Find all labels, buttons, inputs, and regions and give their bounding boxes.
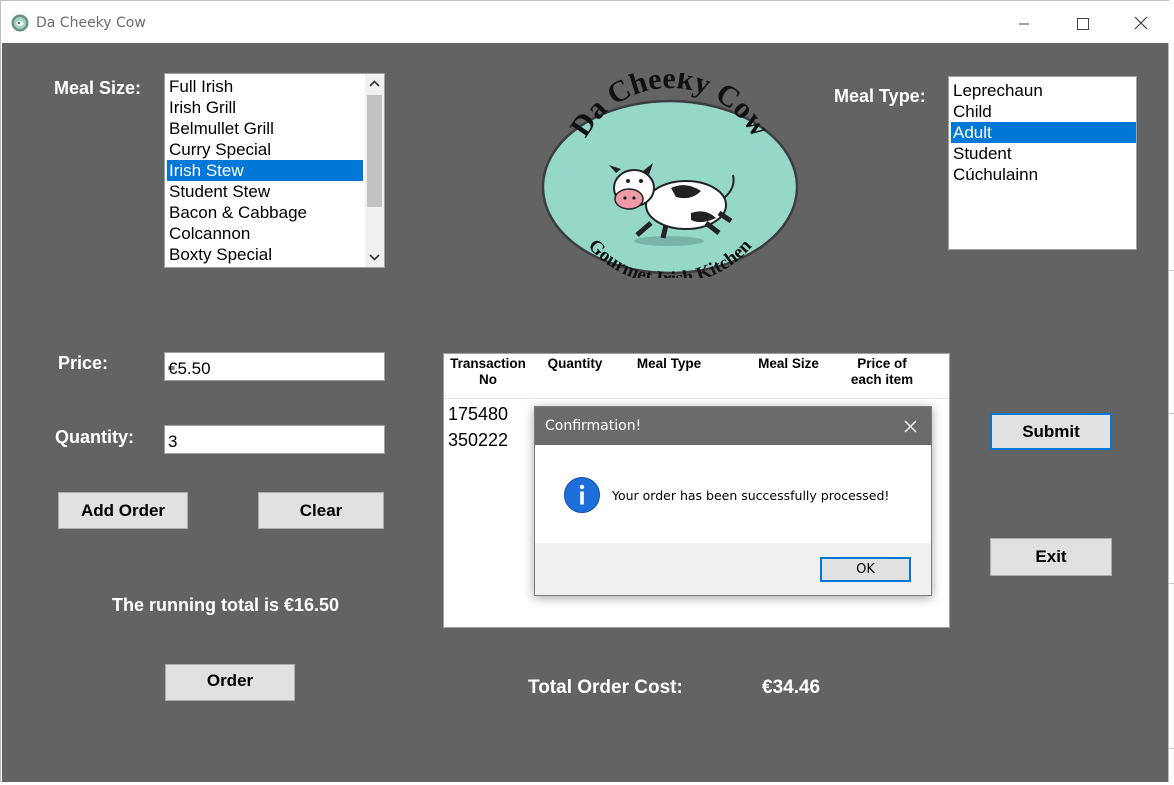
dialog-title: Confirmation! <box>545 418 642 434</box>
meal-size-scrollbar[interactable] <box>365 74 384 267</box>
dialog-message: Your order has been successfully process… <box>612 488 890 503</box>
meal-type-item[interactable]: Student <box>951 143 1136 164</box>
scroll-up-icon[interactable] <box>365 74 384 94</box>
meal-size-item[interactable]: Colcannon <box>167 223 363 244</box>
dialog-ok-button[interactable]: OK <box>820 557 911 582</box>
divider <box>1169 270 1174 271</box>
total-order-cost-label: Total Order Cost: <box>528 677 683 698</box>
divider <box>1169 748 1174 749</box>
table-row[interactable]: 175480 <box>448 404 508 425</box>
meal-size-item-selected[interactable]: Irish Stew <box>167 160 363 181</box>
running-total-label: The running total is €16.50 <box>112 595 340 615</box>
meal-size-item[interactable]: Student Stew <box>167 181 363 202</box>
dialog-footer: OK <box>535 543 931 595</box>
price-label: Price: <box>58 353 109 373</box>
meal-size-listbox[interactable]: Full Irish Irish Grill Belmullet Grill C… <box>164 73 385 268</box>
maximize-icon <box>1077 18 1089 30</box>
orders-header: Transaction No Quantity Meal Type Meal S… <box>444 354 949 399</box>
close-icon <box>1134 16 1148 30</box>
total-order-cost-value: €34.46 <box>762 677 821 698</box>
meal-type-item-selected[interactable]: Adult <box>951 122 1136 143</box>
scroll-down-icon[interactable] <box>365 247 384 267</box>
meal-size-item[interactable]: Boxty Special <box>167 244 363 265</box>
submit-button[interactable]: Submit <box>990 413 1112 450</box>
scrollbar-thumb[interactable] <box>367 95 382 207</box>
meal-size-item[interactable]: Belmullet Grill <box>167 118 363 139</box>
meal-size-item[interactable]: Bacon & Cabbage <box>167 202 363 223</box>
meal-size-item[interactable]: Irish Grill <box>167 97 363 118</box>
quantity-field[interactable]: 3 <box>164 425 385 454</box>
divider <box>1169 583 1174 584</box>
meal-size-item[interactable]: Curry Special <box>167 139 363 160</box>
dialog-title-bar: Confirmation! <box>535 407 931 445</box>
background-window-edge <box>1169 0 1174 785</box>
info-icon <box>564 477 600 513</box>
quantity-label: Quantity: <box>55 427 134 447</box>
meal-size-label: Meal Size: <box>54 78 142 98</box>
add-order-button[interactable]: Add Order <box>58 492 188 529</box>
column-header-transaction[interactable]: Transaction No <box>447 356 529 388</box>
close-window-button[interactable] <box>1117 9 1163 37</box>
table-row[interactable]: 350222 <box>448 430 508 451</box>
app-icon <box>11 14 29 32</box>
dialog-close-button[interactable] <box>895 413 925 439</box>
column-header-quantity[interactable]: Quantity <box>540 356 610 372</box>
confirmation-dialog: Confirmation! Your order has been succes… <box>534 406 932 596</box>
exit-button[interactable]: Exit <box>990 538 1112 576</box>
column-header-meal-type[interactable]: Meal Type <box>624 356 714 372</box>
order-button[interactable]: Order <box>165 664 295 701</box>
meal-size-item[interactable]: Full Irish <box>167 76 363 97</box>
minimize-button[interactable] <box>1001 9 1047 37</box>
meal-type-item[interactable]: Leprechaun <box>951 80 1136 101</box>
minimize-icon <box>1019 23 1029 25</box>
column-header-price[interactable]: Price of each item <box>841 356 923 388</box>
column-header-meal-size[interactable]: Meal Size <box>746 356 831 372</box>
meal-type-item[interactable]: Cúchulainn <box>951 164 1136 185</box>
title-bar: Da Cheeky Cow <box>1 1 1170 43</box>
maximize-button[interactable] <box>1059 9 1105 37</box>
meal-type-listbox[interactable]: Leprechaun Child Adult Student Cúchulain… <box>948 76 1137 250</box>
logo: Da Cheeky Cow Gourmet Irish Kitchen <box>541 73 799 278</box>
meal-type-label: Meal Type: <box>834 86 926 106</box>
meal-type-item[interactable]: Child <box>951 101 1136 122</box>
window-title: Da Cheeky Cow <box>36 15 146 31</box>
app-window: Da Cheeky Cow Meal Size: Full Irish Iris… <box>0 0 1170 782</box>
price-field[interactable]: €5.50 <box>164 352 385 381</box>
divider <box>1169 413 1174 414</box>
clear-button[interactable]: Clear <box>258 492 384 529</box>
